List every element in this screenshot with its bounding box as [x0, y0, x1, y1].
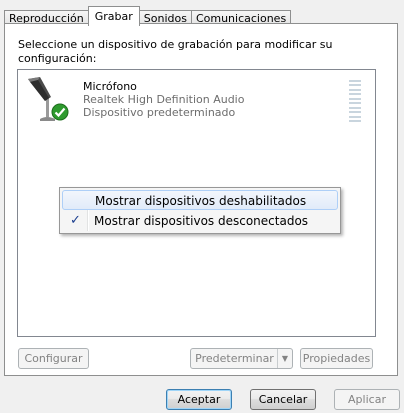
context-menu: Mostrar dispositivos deshabilitados ✓ Mo…: [59, 187, 341, 234]
device-driver: Realtek High Definition Audio: [83, 93, 245, 106]
configure-button[interactable]: Configurar: [18, 348, 89, 369]
checkmark-icon: ✓: [70, 213, 81, 228]
menu-item-show-disconnected[interactable]: ✓ Mostrar dispositivos desconectados: [62, 211, 338, 231]
device-status: Dispositivo predeterminado: [83, 106, 236, 119]
microphone-icon: [24, 75, 74, 125]
apply-button[interactable]: Aplicar: [334, 389, 400, 410]
menu-item-show-disabled[interactable]: Mostrar dispositivos deshabilitados: [62, 190, 338, 210]
sound-dialog: Reproducción Grabar Sonidos Comunicacion…: [0, 0, 404, 413]
ok-button[interactable]: Aceptar: [166, 389, 232, 410]
instruction-text: Seleccione un dispositivo de grabación p…: [18, 38, 333, 65]
set-default-button[interactable]: Predeterminar ▼: [190, 348, 293, 369]
cancel-button[interactable]: Cancelar: [250, 389, 316, 410]
menu-item-label: Mostrar dispositivos desconectados: [94, 214, 309, 228]
device-info: Micrófono Realtek High Definition Audio …: [83, 80, 244, 119]
default-check-icon: [51, 103, 69, 121]
level-meter: [349, 80, 361, 122]
menu-item-label: Mostrar dispositivos deshabilitados: [95, 194, 307, 208]
chevron-down-icon[interactable]: ▼: [277, 349, 292, 368]
list-item[interactable]: Micrófono Realtek High Definition Audio …: [24, 75, 369, 125]
properties-button[interactable]: Propiedades: [300, 348, 373, 369]
device-name: Micrófono: [83, 80, 137, 93]
tab-grabar[interactable]: Grabar: [87, 6, 140, 26]
tab-strip: Reproducción Grabar Sonidos Comunicacion…: [4, 5, 292, 27]
set-default-label: Predeterminar: [195, 352, 274, 365]
